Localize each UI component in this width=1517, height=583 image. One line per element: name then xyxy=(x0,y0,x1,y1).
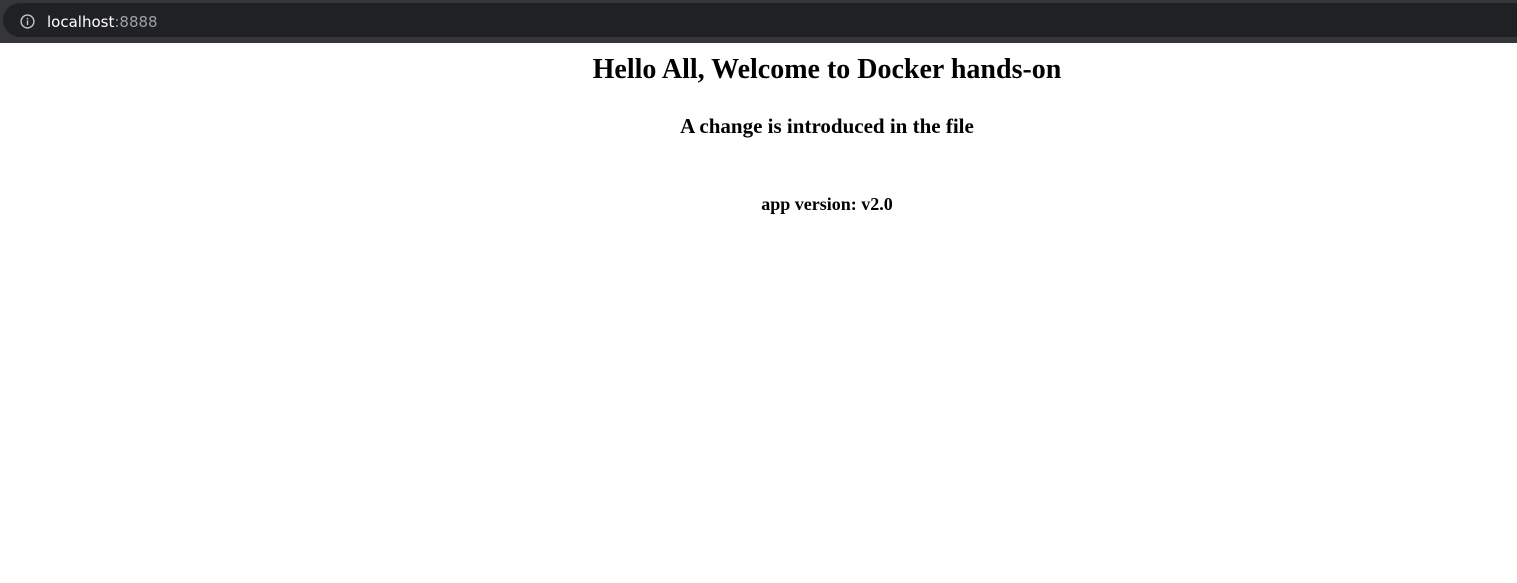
browser-toolbar: localhost:8888 xyxy=(0,0,1517,43)
page-subheading: A change is introduced in the file xyxy=(680,114,974,138)
url-host: localhost xyxy=(47,13,115,31)
url-port: :8888 xyxy=(114,13,158,31)
address-bar[interactable]: localhost:8888 xyxy=(3,3,1517,37)
app-version-text: app version: v2.0 xyxy=(761,194,893,214)
page-content: Hello All, Welcome to Docker hands-on A … xyxy=(0,43,1517,583)
info-icon[interactable] xyxy=(20,14,35,29)
url-text[interactable]: localhost:8888 xyxy=(47,12,158,32)
page-heading: Hello All, Welcome to Docker hands-on xyxy=(592,54,1062,85)
